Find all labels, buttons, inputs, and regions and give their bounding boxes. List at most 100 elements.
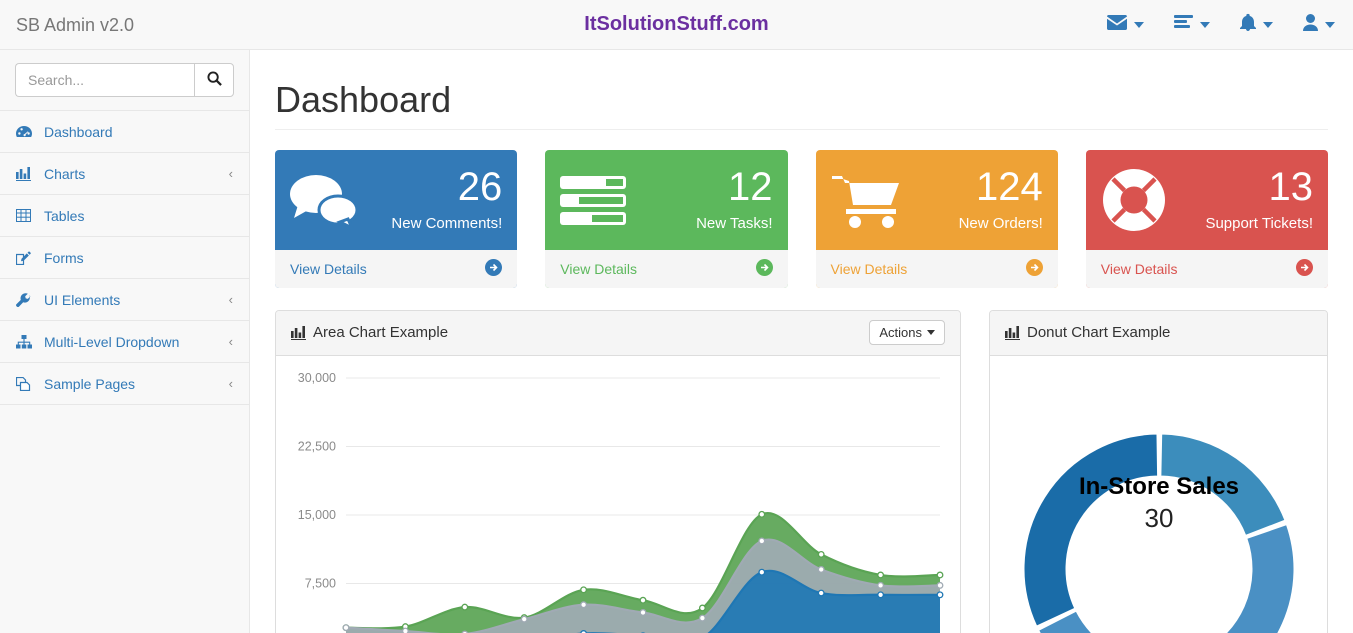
arrow-circle-right-icon [755, 258, 773, 279]
stat-panel-orders[interactable]: 124 New Orders! View Details [815, 149, 1058, 288]
bell-icon [1240, 13, 1256, 36]
sidebar-link-sample-pages[interactable]: Sample Pages ‹ [0, 363, 249, 404]
sidebar: Dashboard Charts [0, 50, 250, 633]
stat-values: 12 New Tasks! [630, 167, 772, 232]
page-header: Dashboard [275, 80, 1328, 130]
stat-label: Support Tickets! [1205, 215, 1313, 233]
stat-footer-link[interactable]: View Details [815, 249, 1058, 288]
page-title: Dashboard [275, 79, 452, 120]
wrench-icon [16, 292, 36, 307]
stat-body: 124 New Orders! [816, 150, 1058, 250]
area-chart-svg[interactable]: 7,500 15,000 22,500 30,000 [288, 366, 948, 633]
stat-footer-label: View Details [560, 260, 638, 277]
arrow-circle-right-icon [485, 258, 503, 279]
stat-panel-comments[interactable]: 26 New Comments! View Details [275, 149, 518, 288]
sidebar-nav: Dashboard Charts ‹ Tables Forms UI Eleme… [0, 110, 249, 405]
sidebar-item-label: Tables [44, 207, 85, 224]
bar-chart-icon [1005, 325, 1020, 340]
navbar-right-menu [1107, 13, 1353, 36]
actions-button-label: Actions [879, 325, 922, 341]
donut-chart-svg[interactable]: In-Store Sales 30 [994, 364, 1324, 633]
shopping-cart-icon [831, 172, 901, 228]
alerts-dropdown[interactable] [1240, 13, 1273, 36]
chevron-down-icon [1325, 21, 1335, 28]
area-chart-panel: Area Chart Example Actions 7,500 15,000 22… [275, 309, 961, 633]
stat-panel-tasks[interactable]: 12 New Tasks! View Details [545, 149, 788, 288]
search-icon [206, 71, 222, 89]
brand-title[interactable]: SB Admin v2.0 [0, 0, 250, 50]
stat-label: New Comments! [391, 215, 503, 233]
stat-label: New Tasks! [696, 215, 773, 233]
chevron-left-icon: ‹ [228, 334, 233, 349]
donut-chart-heading: Donut Chart Example [990, 310, 1327, 356]
chevron-left-icon: ‹ [228, 292, 233, 307]
user-icon [1303, 13, 1318, 36]
donut-chart-panel: Donut Chart Example In-Store Sales 30 [989, 309, 1328, 633]
comments-icon [290, 172, 360, 228]
stat-footer-link[interactable]: View Details [545, 249, 788, 288]
chevron-down-icon [1134, 21, 1144, 28]
stat-panel-support[interactable]: 13 Support Tickets! View Details [1085, 149, 1328, 288]
user-dropdown[interactable] [1303, 13, 1335, 36]
main-content: Dashboard 26 New Comments! View Details … [250, 50, 1353, 633]
dashboard-icon [16, 125, 36, 139]
stat-label: New Orders! [958, 215, 1043, 233]
sidebar-link-ui-elements[interactable]: UI Elements ‹ [0, 279, 249, 320]
stat-footer-label: View Details [290, 260, 367, 277]
tasks-icon [1174, 14, 1193, 35]
svg-text:15,000: 15,000 [298, 508, 336, 522]
stat-value: 12 [728, 165, 773, 210]
tasks-dropdown[interactable] [1174, 14, 1210, 35]
top-navbar: SB Admin v2.0 ItSolutionStuff.com [0, 0, 1353, 50]
sidebar-item-ui-elements[interactable]: UI Elements ‹ [0, 279, 249, 321]
sidebar-item-multi-level-dropdown[interactable]: Multi-Level Dropdown ‹ [0, 321, 249, 363]
donut-chart-body: In-Store Sales 30 [990, 356, 1327, 633]
stat-body: 26 New Comments! [275, 150, 517, 250]
sidebar-item-label: Multi-Level Dropdown [44, 333, 180, 350]
sidebar-item-label: Charts [44, 165, 86, 182]
sidebar-item-label: UI Elements [44, 291, 121, 308]
arrow-circle-right-icon [1296, 258, 1313, 279]
stat-values: 26 New Comments! [360, 167, 502, 232]
sidebar-link-tables[interactable]: Tables [0, 195, 249, 236]
stat-value: 13 [1268, 165, 1314, 210]
chart-panel-row: Area Chart Example Actions 7,500 15,000 22… [275, 309, 1328, 633]
area-chart-body: 7,500 15,000 22,500 30,000 [276, 356, 960, 633]
chevron-down-icon [1263, 21, 1273, 28]
sidebar-item-tables[interactable]: Tables [0, 195, 249, 237]
stat-panel-row: 26 New Comments! View Details 12 New Tas… [275, 149, 1328, 288]
donut-chart-title: Donut Chart Example [1027, 324, 1171, 342]
stat-footer-link[interactable]: View Details [1085, 249, 1328, 288]
files-icon [16, 376, 36, 391]
svg-text:30: 30 [1144, 503, 1173, 533]
bar-chart-icon [16, 166, 36, 181]
sidebar-item-sample-pages[interactable]: Sample Pages ‹ [0, 363, 249, 405]
stat-value: 124 [976, 165, 1043, 210]
search-input[interactable] [15, 63, 194, 97]
sidebar-link-dashboard[interactable]: Dashboard [0, 111, 249, 152]
stat-body: 13 Support Tickets! [1086, 150, 1328, 250]
sidebar-link-forms[interactable]: Forms [0, 237, 249, 278]
stat-footer-label: View Details [1100, 260, 1178, 277]
messages-dropdown[interactable] [1107, 14, 1144, 35]
arrow-circle-right-icon [1025, 258, 1043, 279]
area-chart-heading: Area Chart Example Actions [276, 310, 960, 356]
search-button[interactable] [194, 63, 234, 97]
sidebar-search [0, 50, 249, 110]
sidebar-item-charts[interactable]: Charts ‹ [0, 153, 249, 195]
chevron-down-icon [1200, 21, 1210, 28]
sidebar-link-charts[interactable]: Charts ‹ [0, 153, 249, 194]
chevron-down-icon [927, 330, 935, 336]
area-chart-title: Area Chart Example [313, 324, 449, 342]
stat-footer-label: View Details [830, 260, 908, 277]
stat-footer-link[interactable]: View Details [275, 249, 518, 288]
sidebar-item-label: Dashboard [44, 123, 113, 140]
sidebar-item-forms[interactable]: Forms [0, 237, 249, 279]
sitemap-icon [16, 334, 36, 349]
actions-button[interactable]: Actions [869, 320, 945, 346]
edit-icon [16, 250, 36, 265]
sidebar-item-dashboard[interactable]: Dashboard [0, 111, 249, 153]
sidebar-link-multi-level-dropdown[interactable]: Multi-Level Dropdown ‹ [0, 321, 249, 362]
stat-value: 26 [457, 165, 503, 210]
sidebar-item-label: Forms [44, 249, 84, 266]
